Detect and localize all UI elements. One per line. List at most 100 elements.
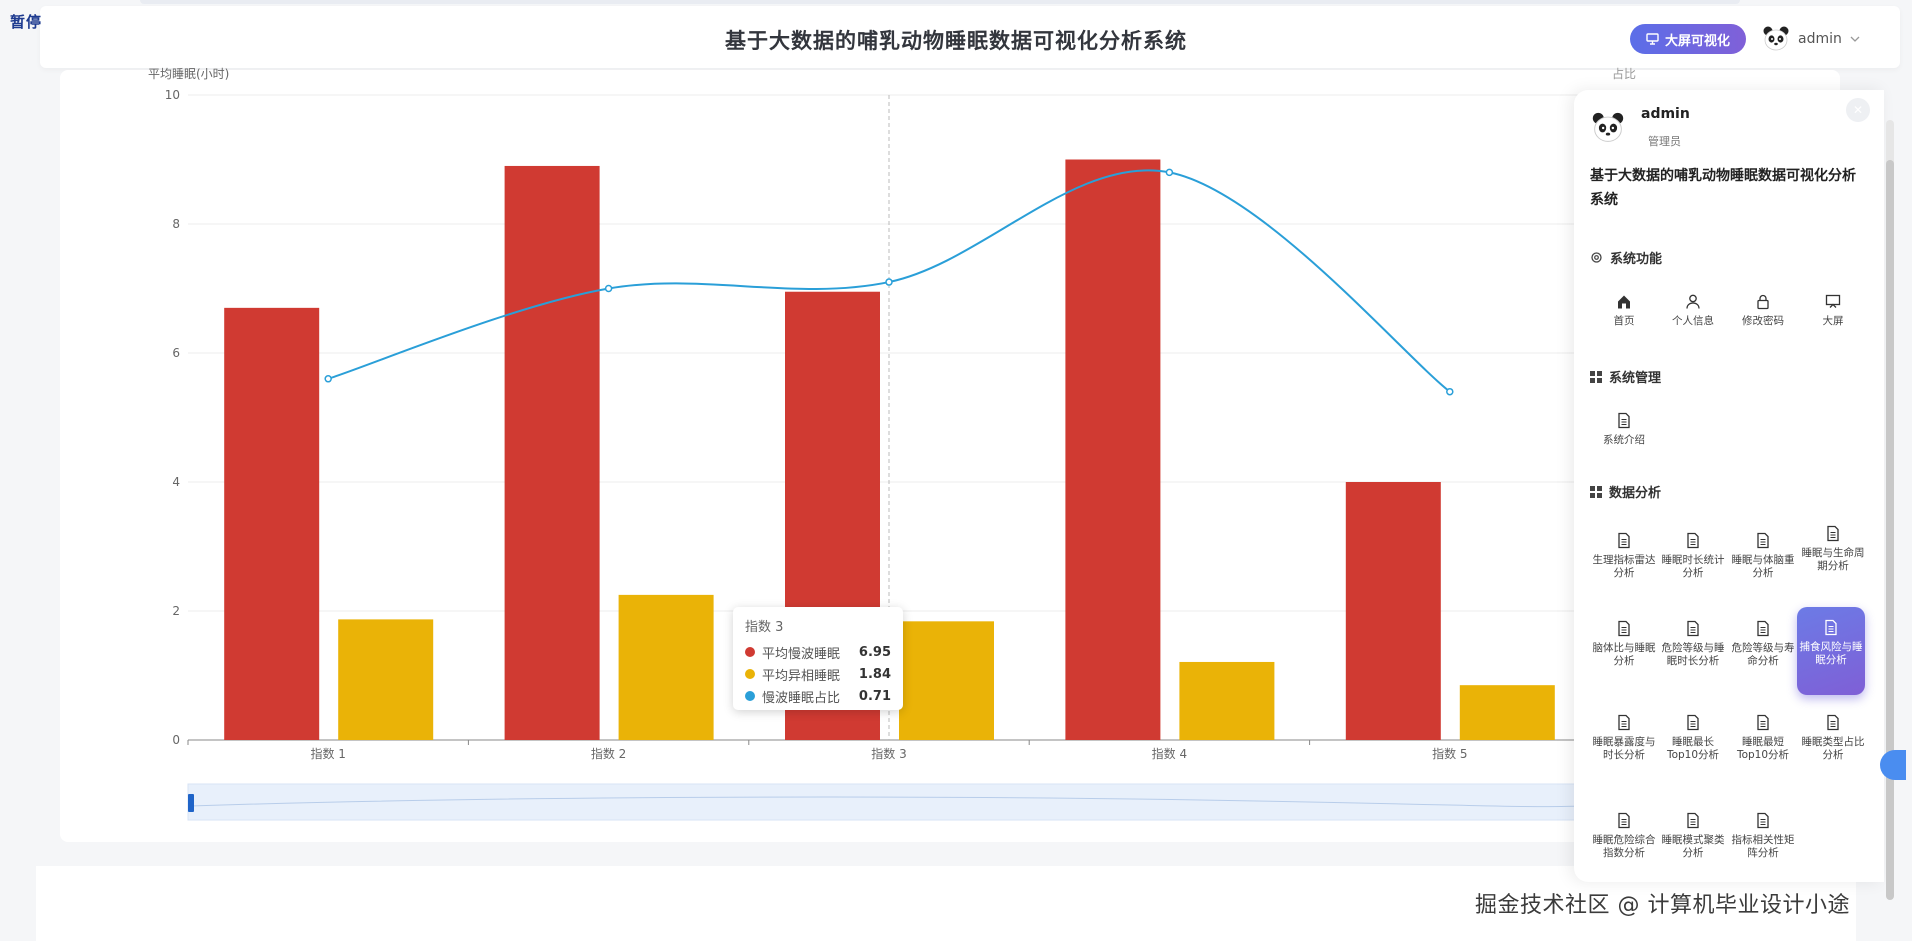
watermark: 掘金技术社区 @ 计算机毕业设计小途 [1475, 893, 1850, 918]
presentation-icon [1825, 294, 1841, 308]
menu-item-label: 危险等级与睡眠时长分析 [1661, 642, 1725, 667]
tooltip-series-name: 平均慢波睡眠 [762, 646, 841, 662]
menu-item[interactable]: 危险等级与睡眠时长分析 [1659, 620, 1727, 668]
line-point [324, 375, 332, 383]
document-icon [1687, 714, 1699, 731]
y2-axis-label: 占比 [1612, 66, 1636, 81]
menu-item-label: 系统介绍 [1603, 434, 1645, 446]
bar-slow-wave-sleep [1345, 482, 1441, 740]
menu-item-label: 睡眠最短Top10分析 [1736, 736, 1790, 761]
menu-item-label: 脑体比与睡眠分析 [1592, 642, 1656, 667]
y-tick-label: 10 [165, 88, 180, 102]
x-tick-label: 指数 1 [310, 746, 345, 761]
document-icon [1687, 812, 1699, 829]
collapse-tab[interactable] [1880, 750, 1906, 780]
tooltip-value: 1.84 [858, 666, 891, 682]
menu-item-label: 危险等级与寿命分析 [1731, 642, 1795, 667]
document-icon [1825, 619, 1837, 636]
menu-item-label: 大屏 [1822, 315, 1844, 327]
bar-paradoxical-sleep [618, 594, 714, 740]
tooltip-value: 6.95 [858, 644, 891, 660]
section-analysis: 数据分析 [1590, 482, 1661, 501]
bar-paradoxical-sleep [899, 621, 994, 740]
menu-item[interactable]: 指标相关性矩阵分析 [1729, 812, 1797, 860]
drawer-username: admin [1641, 106, 1690, 122]
y-tick-label: 6 [172, 346, 180, 360]
section-title: 系统管理 [1609, 371, 1662, 386]
tooltip-value: 0.71 [858, 688, 891, 704]
menu-item[interactable]: 生理指标雷达分析 [1590, 532, 1658, 580]
document-icon [1687, 620, 1699, 637]
home-icon [1618, 295, 1630, 309]
bar-paradoxical-sleep [1179, 661, 1275, 740]
bar-slow-wave-sleep [224, 307, 320, 740]
menu-item[interactable]: 大屏 [1799, 293, 1867, 328]
menu-item-label: 睡眠暴露度与时长分析 [1592, 736, 1656, 761]
tooltip-title: 指数 3 [745, 620, 784, 635]
bar-slow-wave-sleep [1065, 159, 1161, 740]
x-tick-label: 指数 3 [871, 746, 906, 761]
menu-item-label: 捕食风险与睡眠分析 [1799, 641, 1863, 666]
menu-item-label: 首页 [1613, 315, 1635, 327]
menu-item-label: 生理指标雷达分析 [1592, 554, 1656, 579]
menu-item[interactable]: 睡眠危险综合指数分析 [1590, 812, 1658, 860]
section-functions: 系统功能 [1590, 248, 1662, 267]
tooltip-series-name: 慢波睡眠占比 [762, 690, 841, 706]
y-tick-label: 8 [172, 217, 180, 231]
menu-item-label: 睡眠最长Top10分析 [1666, 736, 1720, 761]
tooltip-dot [745, 691, 755, 701]
menu-item[interactable]: 危险等级与寿命分析 [1729, 620, 1797, 668]
menu-item[interactable]: 睡眠与生命周期分析 [1799, 525, 1867, 573]
document-icon [1757, 532, 1769, 549]
grid-icon [1590, 370, 1602, 383]
bar-paradoxical-sleep [338, 619, 434, 740]
tooltip-series-name: 平均异相睡眠 [762, 668, 841, 684]
data-zoom-slider [187, 783, 1589, 821]
line-point [885, 278, 893, 286]
tooltip-dot [745, 647, 755, 657]
tooltip-dot [745, 669, 755, 679]
grid-icon [1590, 485, 1602, 498]
line-point [604, 284, 613, 293]
bar-slow-wave-sleep [504, 165, 600, 740]
menu-item[interactable]: 睡眠类型占比分析 [1799, 714, 1867, 762]
menu-item[interactable]: 个人信息 [1659, 293, 1727, 328]
y-tick-label: 4 [172, 475, 180, 489]
scrollbar-thumb[interactable] [1886, 160, 1894, 900]
menu-item-label: 睡眠时长统计分析 [1661, 554, 1725, 579]
document-icon [1618, 412, 1630, 429]
menu-item[interactable]: 修改密码 [1729, 293, 1797, 328]
data-zoom-handle [188, 794, 194, 812]
menu-item-label: 睡眠与生命周期分析 [1801, 547, 1865, 572]
x-tick-label: 指数 2 [591, 746, 626, 761]
y-tick-label: 0 [172, 733, 180, 747]
chart-tooltip: 指数 3 平均慢波睡眠 6.95 平均异相睡眠 1.84 慢波睡眠占比 0.71 [733, 607, 903, 710]
menu-item[interactable]: 睡眠时长统计分析 [1659, 532, 1727, 580]
menu-item-label: 修改密码 [1742, 315, 1784, 327]
menu-item[interactable]: 睡眠与体脑重分析 [1729, 532, 1797, 580]
menu-item[interactable]: 睡眠暴露度与时长分析 [1590, 714, 1658, 762]
document-icon [1757, 812, 1769, 829]
menu-item-label: 指标相关性矩阵分析 [1731, 834, 1795, 859]
document-icon [1687, 532, 1699, 549]
menu-item[interactable]: 睡眠模式聚类分析 [1659, 812, 1727, 860]
x-tick-label: 指数 4 [1152, 746, 1187, 761]
menu-item-label: 睡眠类型占比分析 [1801, 736, 1865, 761]
menu-item[interactable]: 捕食风险与睡眠分析 [1797, 607, 1865, 695]
line-point [1165, 168, 1174, 177]
menu-item[interactable]: 睡眠最短Top10分析 [1729, 714, 1797, 762]
menu-item[interactable]: 睡眠最长Top10分析 [1659, 714, 1727, 762]
bar-paradoxical-sleep [1459, 685, 1555, 740]
y-tick-label: 2 [172, 604, 180, 618]
close-icon[interactable]: ✕ [1846, 98, 1870, 122]
scrollbar[interactable] [1886, 120, 1894, 900]
document-icon [1827, 525, 1839, 542]
menu-item[interactable]: 脑体比与睡眠分析 [1590, 620, 1658, 668]
lock-icon [1757, 294, 1769, 310]
user-icon [1686, 294, 1700, 309]
menu-item[interactable]: 系统介绍 [1590, 412, 1658, 447]
menu-item[interactable]: 首页 [1590, 293, 1658, 328]
document-icon [1827, 714, 1839, 731]
y-axis-label: 平均睡眠(小时) [148, 67, 229, 81]
drawer-system-title: 基于大数据的哺乳动物睡眠数据可视化分析系统 [1590, 168, 1856, 208]
